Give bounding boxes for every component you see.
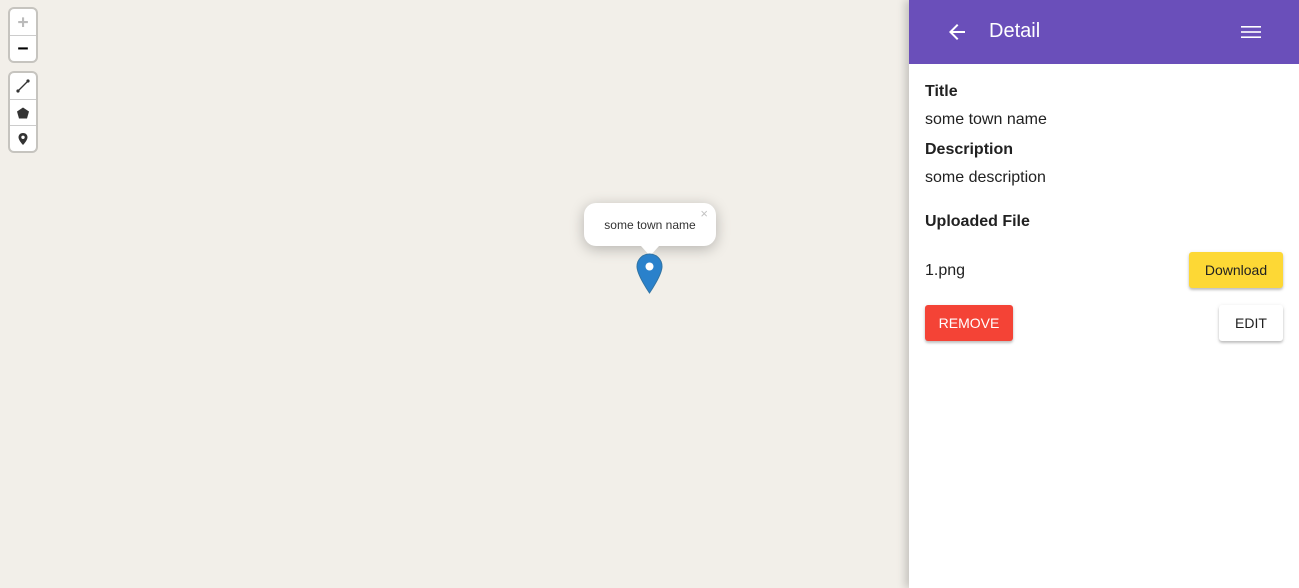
description-label: Description	[925, 141, 1014, 158]
map-canvas[interactable]: + − × some town name	[0, 0, 909, 588]
file-name: 1.png	[925, 262, 966, 279]
title-label: Title	[925, 83, 958, 100]
page-title: Detail	[989, 20, 1041, 42]
popup-text: some town name	[604, 218, 696, 232]
title-value: some town name	[925, 111, 1047, 128]
zoom-control: + −	[10, 9, 36, 61]
download-button[interactable]: Download	[1189, 252, 1283, 288]
uploaded-file-label: Uploaded File	[925, 213, 1030, 230]
polyline-icon	[16, 79, 30, 93]
draw-polyline-button[interactable]	[10, 73, 36, 99]
menu-icon[interactable]	[1239, 20, 1263, 44]
zoom-out-button[interactable]: −	[10, 35, 36, 61]
draw-polygon-button[interactable]	[10, 99, 36, 125]
polygon-icon	[17, 107, 29, 118]
arrow-left-icon[interactable]	[945, 20, 969, 44]
remove-button[interactable]: REMOVE	[925, 305, 1013, 341]
draw-toolbar	[10, 73, 36, 151]
draw-marker-button[interactable]	[10, 125, 36, 151]
map-pin-icon	[18, 132, 28, 145]
marker-popup: × some town name	[584, 203, 716, 256]
zoom-in-button[interactable]: +	[10, 9, 36, 35]
edit-button[interactable]: EDIT	[1219, 305, 1283, 341]
description-value: some description	[925, 169, 1046, 186]
map-marker-icon[interactable]	[636, 253, 663, 294]
detail-panel: Detail Title some town name Description …	[909, 0, 1299, 588]
app-bar: Detail	[909, 0, 1299, 64]
